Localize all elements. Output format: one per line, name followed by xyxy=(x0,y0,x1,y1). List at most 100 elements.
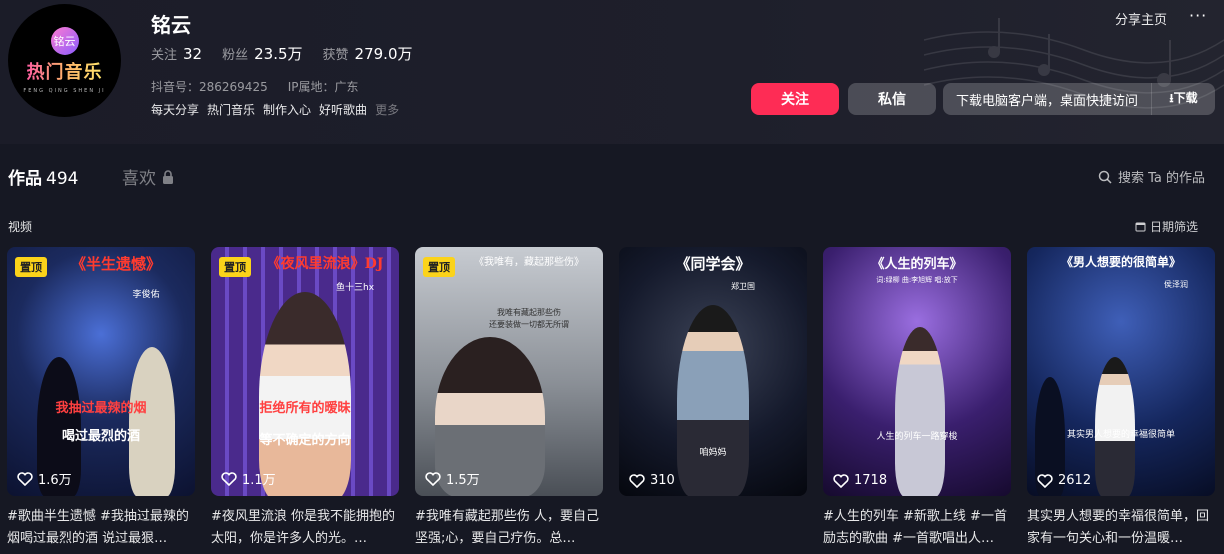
bio-item: 好听歌曲 xyxy=(319,103,368,117)
share-home-button[interactable]: 分享主页 xyxy=(1115,9,1167,28)
like-count-value: 2612 xyxy=(1058,473,1092,488)
tab-likes-label: 喜欢 xyxy=(122,169,156,189)
music-notes-decoration xyxy=(924,18,1224,109)
video-caption[interactable]: 其实男人想要的幸福很简单，回家有一句关心和一份温暖… xyxy=(1027,506,1215,550)
video-thumbnail[interactable]: 《人生的列车》 词:绿柳 曲:李旭辉 唱:放下 人生的列车一路穿梭 1718 xyxy=(823,247,1011,496)
singer-silhouette xyxy=(895,327,945,496)
avatar-title: 热门音乐 xyxy=(27,58,103,84)
heart-icon xyxy=(17,471,33,486)
video-caption[interactable]: #歌曲半生遗憾 #我抽过最辣的烟喝过最烈的酒 说过最狠… xyxy=(7,506,195,550)
singer-silhouette xyxy=(129,347,175,496)
bio-more-link[interactable]: 更多 xyxy=(375,101,399,118)
singer-name-overlay: 李俊佑 xyxy=(132,290,160,300)
heart-icon xyxy=(221,471,237,486)
like-count-value: 1.6万 xyxy=(38,473,72,488)
video-thumbnail[interactable]: 置顶 《我唯有，藏起那些伤》 我唯有藏起那些伤 还要装做一切都无所谓 1.5万 xyxy=(415,247,603,496)
bio-item: 制作入心 xyxy=(263,103,312,117)
video-title-overlay: 《人生的列车》 xyxy=(871,257,963,272)
section-row: 视频 日期筛选 xyxy=(0,216,1224,236)
lyric-overlay: 喝过最烈的酒 xyxy=(61,429,140,444)
lyric-overlay: 咱妈妈 xyxy=(699,448,727,458)
singer-name-overlay: 鱼十三hx xyxy=(335,283,375,293)
video-title-overlay: 《夜风里流浪》DJ xyxy=(266,256,384,272)
like-count: 310 xyxy=(629,473,675,488)
video-title-overlay: 《我唯有，藏起那些伤》 xyxy=(474,257,584,268)
stat-followers-label[interactable]: 粉丝 xyxy=(222,44,248,63)
video-title-overlay: 《半生遗憾》 xyxy=(70,255,161,273)
like-count: 1.6万 xyxy=(17,469,72,488)
heart-icon xyxy=(425,471,441,486)
download-action[interactable]: ⭳下载 xyxy=(1152,89,1215,110)
tab-works-count: 494 xyxy=(46,169,79,189)
lyric-overlay: 其实男人想要的幸福很简单 xyxy=(1066,430,1175,440)
video-caption[interactable]: #夜风里流浪 你是我不能拥抱的太阳，你是许多人的光。… xyxy=(211,506,399,550)
singer-name-overlay: 郑卫国 xyxy=(731,282,755,291)
bio-item: 每天分享 xyxy=(151,103,200,117)
stat-likes-value: 279.0万 xyxy=(354,45,413,63)
like-count: 1718 xyxy=(833,473,887,488)
like-count-value: 310 xyxy=(650,473,675,488)
more-options-icon[interactable]: ··· xyxy=(1189,6,1207,25)
stat-likes-label: 获赞 xyxy=(322,48,349,63)
download-client-button[interactable]: 下载电脑客户端，桌面快捷访问 ⭳下载 xyxy=(943,83,1215,115)
profile-bio: 每天分享 热门音乐 制作入心 好听歌曲 更多 xyxy=(151,101,399,118)
douyin-id: 抖音号：286269425 xyxy=(151,80,268,94)
calendar-icon xyxy=(1135,222,1146,232)
video-title-overlay: 《男人想要的很简单》 xyxy=(1060,255,1181,269)
lyric-overlay: 人生的列车一路穿梭 xyxy=(876,432,958,442)
video-card[interactable]: 《男人想要的很简单》 侯泽润 其实男人想要的幸福很简单 2612 其实男人想要的… xyxy=(1027,247,1215,550)
lyric-overlay: 拒绝所有的暧昧 xyxy=(259,401,351,416)
date-filter[interactable]: 日期筛选 xyxy=(1135,218,1198,235)
lock-icon xyxy=(163,169,173,184)
search-icon xyxy=(1098,170,1112,184)
video-thumbnail[interactable]: 置顶 《夜风里流浪》DJ 鱼十三hx 拒绝所有的暧昧 等不确定的方向 1.1万 xyxy=(211,247,399,496)
profile-header: 铭云 热门音乐 FENG QING SHEN JI 铭云 关注 32 粉丝 23… xyxy=(0,0,1224,144)
singer-silhouette xyxy=(677,305,749,496)
lyric-overlay: 等不确定的方向 xyxy=(259,433,351,448)
like-count-value: 1718 xyxy=(854,473,888,488)
video-caption[interactable]: #我唯有藏起那些伤 人，要自己坚强;心，要自己疗伤。总… xyxy=(415,506,603,550)
profile-stats: 关注 32 粉丝 23.5万 获赞 279.0万 xyxy=(151,43,433,64)
download-label: 下载 xyxy=(1173,90,1198,105)
pinned-badge: 置顶 xyxy=(219,257,251,277)
like-count: 1.1万 xyxy=(221,469,276,488)
lyric-overlay: 我唯有藏起那些伤 xyxy=(497,308,561,317)
pinned-badge: 置顶 xyxy=(423,257,455,277)
tab-works[interactable]: 作品 494 xyxy=(8,164,78,189)
like-count-value: 1.1万 xyxy=(242,473,276,488)
bio-item: 热门音乐 xyxy=(207,103,256,117)
video-caption[interactable] xyxy=(619,506,807,550)
date-filter-label: 日期筛选 xyxy=(1150,220,1199,234)
singer-silhouette xyxy=(259,292,351,496)
heart-icon xyxy=(833,473,849,488)
tab-works-label: 作品 xyxy=(8,169,42,189)
profile-name: 铭云 xyxy=(151,13,191,37)
search-label: 搜索 Ta 的作品 xyxy=(1118,171,1206,186)
avatar-subtitle: FENG QING SHEN JI xyxy=(23,88,106,94)
ip-location: IP属地：广东 xyxy=(287,80,359,94)
video-card[interactable]: 置顶 《半生遗憾》 李俊佑 我抽过最辣的烟 喝过最烈的酒 1.6万 #歌曲半生遗… xyxy=(7,247,195,550)
search-works[interactable]: 搜索 Ta 的作品 xyxy=(1098,167,1205,186)
video-title-overlay: 《同学会》 xyxy=(675,255,751,273)
video-thumbnail[interactable]: 《男人想要的很简单》 侯泽润 其实男人想要的幸福很简单 2612 xyxy=(1027,247,1215,496)
section-label-video: 视频 xyxy=(8,220,33,234)
lyric-overlay: 我抽过最辣的烟 xyxy=(55,401,147,416)
singer-name-overlay: 侯泽润 xyxy=(1164,280,1188,289)
stat-following-value[interactable]: 32 xyxy=(183,45,202,63)
video-card[interactable]: 《人生的列车》 词:绿柳 曲:李旭辉 唱:放下 人生的列车一路穿梭 1718 #… xyxy=(823,247,1011,550)
avatar[interactable]: 铭云 热门音乐 FENG QING SHEN JI xyxy=(8,4,121,117)
heart-icon xyxy=(1037,473,1053,488)
video-card[interactable]: 置顶 《夜风里流浪》DJ 鱼十三hx 拒绝所有的暧昧 等不确定的方向 1.1万 … xyxy=(211,247,399,550)
message-button[interactable]: 私信 xyxy=(848,83,936,115)
stat-following-label[interactable]: 关注 xyxy=(151,44,177,63)
like-count: 1.5万 xyxy=(425,469,480,488)
lyric-overlay: 还要装做一切都无所谓 xyxy=(489,320,569,329)
video-caption[interactable]: #人生的列车 #新歌上线 #一首励志的歌曲 #一首歌唱出人… xyxy=(823,506,1011,550)
tab-likes[interactable]: 喜欢 xyxy=(122,164,174,189)
video-thumbnail[interactable]: 置顶 《半生遗憾》 李俊佑 我抽过最辣的烟 喝过最烈的酒 1.6万 xyxy=(7,247,195,496)
stat-followers-value[interactable]: 23.5万 xyxy=(254,43,302,64)
video-thumbnail[interactable]: 《同学会》 郑卫国 咱妈妈 310 xyxy=(619,247,807,496)
video-card[interactable]: 《同学会》 郑卫国 咱妈妈 310 xyxy=(619,247,807,550)
follow-button[interactable]: 关注 xyxy=(751,83,839,115)
video-card[interactable]: 置顶 《我唯有，藏起那些伤》 我唯有藏起那些伤 还要装做一切都无所谓 1.5万 … xyxy=(415,247,603,550)
